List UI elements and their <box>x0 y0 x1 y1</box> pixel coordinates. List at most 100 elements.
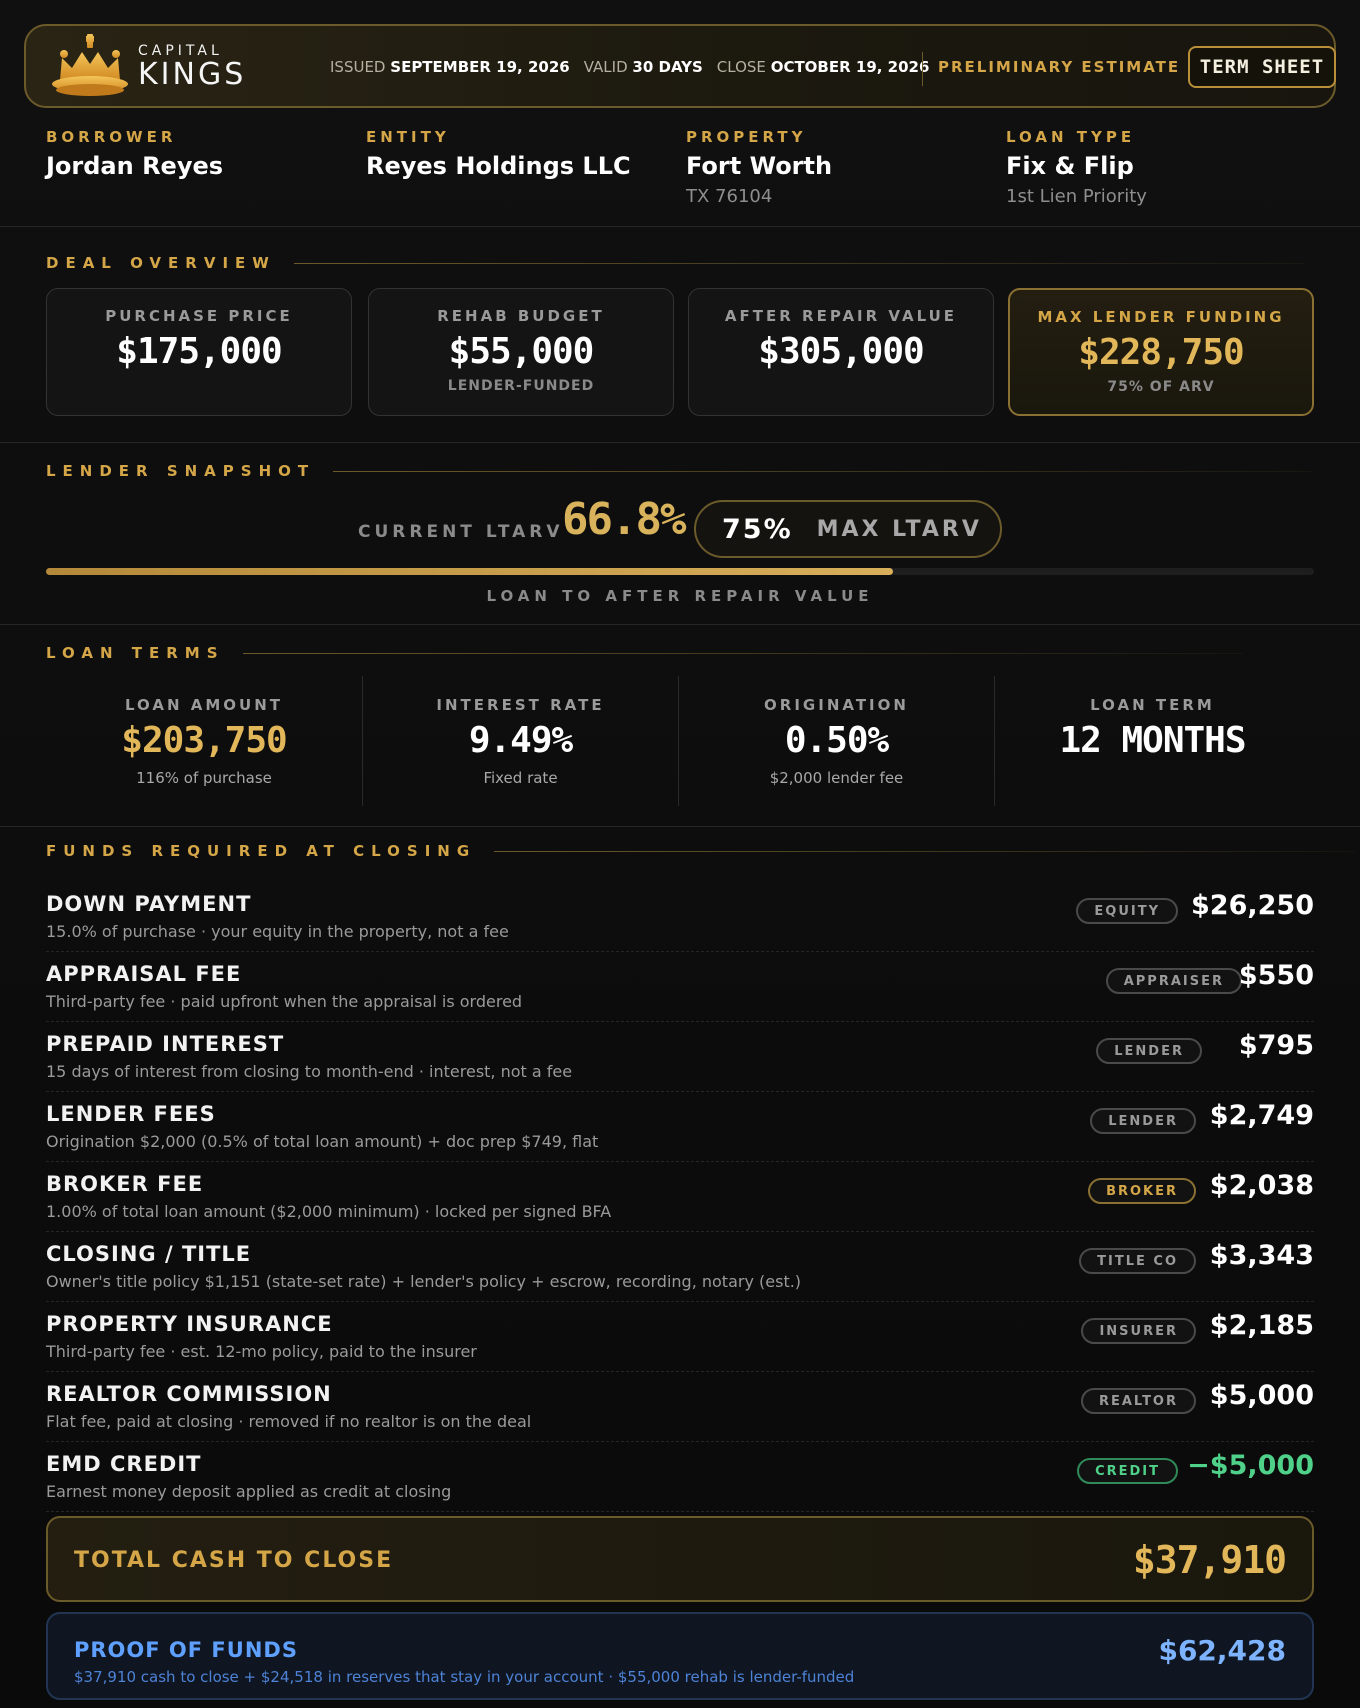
fund-row: BROKER FEE 1.00% of total loan amount ($2… <box>46 1162 1314 1232</box>
rehab-budget-card: REHAB BUDGET $55,000 LENDER-FUNDED <box>368 288 674 416</box>
fund-amount: $550 <box>1238 960 1314 991</box>
proof-description: $37,910 cash to close + $24,518 in reser… <box>74 1668 855 1686</box>
ltarv-progress-track <box>46 568 1314 575</box>
payee-badge: BROKER <box>1088 1178 1196 1204</box>
after-repair-value-card: AFTER REPAIR VALUE $305,000 <box>688 288 994 416</box>
fund-row: LENDER FEES Origination $2,000 (0.5% of t… <box>46 1092 1314 1162</box>
term-sub: Fixed rate <box>483 769 558 787</box>
fund-name: PROPERTY INSURANCE <box>46 1312 333 1336</box>
property-block: PROPERTY Fort Worth TX 76104 <box>686 128 832 207</box>
payee-badge: LENDER <box>1090 1108 1196 1134</box>
interest-rate-term: INTEREST RATE 9.49% Fixed rate <box>362 676 678 806</box>
term-sub: $2,000 lender fee <box>769 769 904 787</box>
fund-name: CLOSING / TITLE <box>46 1242 252 1266</box>
max-ltarv-percent: 75% <box>722 513 793 545</box>
fund-row: PREPAID INTEREST 15 days of interest from… <box>46 1022 1314 1092</box>
max-lender-funding-card: MAX LENDER FUNDING $228,750 75% OF ARV <box>1008 288 1314 416</box>
max-ltarv-label: MAX LTARV <box>816 516 982 542</box>
card-label: PURCHASE PRICE <box>105 307 293 325</box>
proof-of-funds: PROOF OF FUNDS $37,910 cash to close + $… <box>46 1612 1314 1700</box>
issued-label: ISSUED <box>330 58 386 76</box>
fund-row: EMD CREDIT Earnest money deposit applied … <box>46 1442 1314 1512</box>
term-value: 0.50% <box>784 720 889 761</box>
property-label: PROPERTY <box>686 128 807 146</box>
section-title: LENDER SNAPSHOT <box>46 462 316 480</box>
fund-amount: $3,343 <box>1209 1240 1314 1271</box>
title-rule <box>293 262 1304 264</box>
payee-badge: CREDIT <box>1077 1458 1178 1484</box>
divider <box>0 226 1360 227</box>
total-value: $37,910 <box>1132 1538 1287 1582</box>
loan-terms-title: LOAN TERMS <box>46 644 1243 662</box>
ltarv-progress-fill <box>46 568 894 575</box>
loan-amount-term: LOAN AMOUNT $203,750 116% of purchase <box>46 676 362 806</box>
status-label: PRELIMINARY ESTIMATE <box>938 58 1181 76</box>
section-title: DEAL OVERVIEW <box>46 254 276 272</box>
entity-label: ENTITY <box>366 128 450 146</box>
header-meta: ISSUED SEPTEMBER 19, 2026 VALID 30 DAYS … <box>330 58 929 76</box>
lien-priority: 1st Lien Priority <box>1006 186 1147 207</box>
term-value: $203,750 <box>121 720 287 761</box>
fund-description: 15 days of interest from closing to mont… <box>46 1062 573 1081</box>
term-sheet-page: CAPITAL KINGS ISSUED SEPTEMBER 19, 2026 … <box>0 0 1360 1708</box>
origination-term: ORIGINATION 0.50% $2,000 lender fee <box>678 676 994 806</box>
fund-amount: $5,000 <box>1209 1380 1314 1411</box>
fund-row: REALTOR COMMISSION Flat fee, paid at clos… <box>46 1372 1314 1442</box>
term-sheet-button[interactable]: TERM SHEET <box>1188 46 1336 88</box>
divider <box>0 442 1360 443</box>
deal-overview-title: DEAL OVERVIEW <box>46 254 1304 272</box>
fund-row: CLOSING / TITLE Owner's title policy $1,1… <box>46 1232 1314 1302</box>
term-label: LOAN AMOUNT <box>124 696 283 714</box>
term-value: 9.49% <box>468 720 573 761</box>
fund-row: DOWN PAYMENT 15.0% of purchase · your equ… <box>46 882 1314 952</box>
payee-badge: APPRAISER <box>1105 968 1242 994</box>
fund-name: DOWN PAYMENT <box>46 892 252 916</box>
total-label: TOTAL CASH TO CLOSE <box>74 1548 394 1573</box>
fund-name: EMD CREDIT <box>46 1452 202 1476</box>
entity-block: ENTITY Reyes Holdings LLC <box>366 128 631 180</box>
funds-required-title: FUNDS REQUIRED AT CLOSING <box>46 842 1355 860</box>
loan-type-block: LOAN TYPE Fix & Flip 1st Lien Priority <box>1006 128 1147 207</box>
lender-snapshot-title: LENDER SNAPSHOT <box>46 462 1314 480</box>
payee-badge: REALTOR <box>1080 1388 1196 1414</box>
term-sub: 116% of purchase <box>136 769 272 787</box>
card-value: $228,750 <box>1078 332 1244 373</box>
title-rule <box>242 652 1243 654</box>
entity-name: Reyes Holdings LLC <box>366 152 631 180</box>
fund-amount: $2,749 <box>1209 1100 1314 1131</box>
title-rule <box>333 470 1314 472</box>
card-value: $175,000 <box>116 331 282 372</box>
logo: CAPITAL KINGS <box>48 34 288 100</box>
section-title: FUNDS REQUIRED AT CLOSING <box>46 842 477 860</box>
card-label: AFTER REPAIR VALUE <box>724 307 958 325</box>
current-ltarv-value: 66.8% <box>562 494 686 545</box>
close-date: OCTOBER 19, 2026 <box>770 58 930 76</box>
fund-description: Owner's title policy $1,151 (state-set r… <box>46 1272 802 1291</box>
fund-amount: −$5,000 <box>1187 1450 1314 1481</box>
card-sub: 75% OF ARV <box>1107 379 1215 395</box>
card-value: $55,000 <box>448 331 595 372</box>
logo-wordmark-top: CAPITAL <box>138 43 223 59</box>
loan-type-label: LOAN TYPE <box>1006 128 1136 146</box>
valid-label: VALID <box>583 58 628 76</box>
borrower-block: BORROWER Jordan Reyes <box>46 128 223 180</box>
title-rule <box>494 850 1355 852</box>
total-cash-to-close: TOTAL CASH TO CLOSE $37,910 <box>46 1516 1314 1602</box>
party-row: BORROWER Jordan Reyes ENTITY Reyes Holdi… <box>0 128 1360 226</box>
loan-term-term: LOAN TERM 12 MONTHS <box>994 676 1310 806</box>
divider <box>0 826 1360 827</box>
property-zip: TX 76104 <box>686 186 773 207</box>
divider <box>0 624 1360 625</box>
term-label: ORIGINATION <box>764 696 909 714</box>
term-label: LOAN TERM <box>1090 696 1215 714</box>
progress-caption: LOAN TO AFTER REPAIR VALUE <box>486 587 874 605</box>
fund-amount: $795 <box>1238 1030 1314 1061</box>
fund-name: PREPAID INTEREST <box>46 1032 285 1056</box>
fund-name: LENDER FEES <box>46 1102 216 1126</box>
payee-badge: TITLE CO <box>1079 1248 1196 1274</box>
fund-amount: $2,185 <box>1209 1310 1314 1341</box>
card-value: $305,000 <box>758 331 924 372</box>
term-value: 12 MONTHS <box>1059 720 1246 761</box>
proof-label: PROOF OF FUNDS <box>74 1638 298 1662</box>
valid-period: 30 DAYS <box>632 58 703 76</box>
